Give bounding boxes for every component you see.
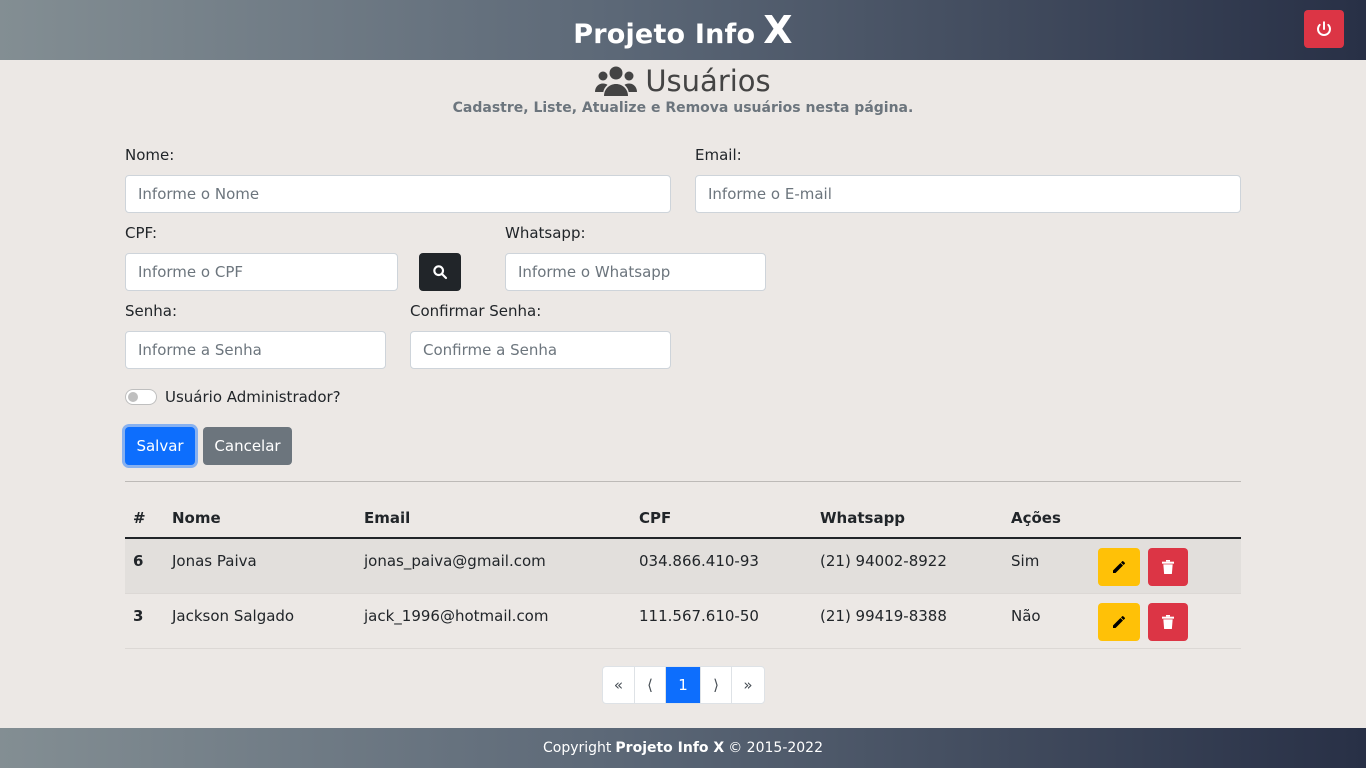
page-1-button[interactable]: 1 (666, 667, 701, 703)
brand-x: X (763, 8, 793, 52)
nome-input[interactable] (125, 175, 671, 213)
cpf-search-button[interactable] (419, 253, 461, 291)
page-next-button[interactable]: ⟩ (701, 667, 732, 703)
delete-button[interactable] (1148, 548, 1188, 586)
brand-text: Projeto Info (573, 19, 756, 50)
users-table: # Nome Email CPF Whatsapp Ações 6 Jonas … (125, 498, 1241, 649)
page-first-button[interactable]: « (603, 667, 635, 703)
cell-email: jonas_paiva@gmail.com (364, 552, 546, 570)
table-row: 3 Jackson Salgado jack_1996@hotmail.com … (125, 594, 1241, 649)
page-subtitle: Cadastre, Liste, Atualize e Remova usuár… (452, 100, 914, 116)
footer-brand: Projeto Info X (615, 740, 725, 756)
edit-button[interactable] (1098, 603, 1140, 641)
page-title: Usuários (645, 64, 771, 98)
confirmar-senha-label: Confirmar Senha: (410, 302, 542, 320)
footer-copyright: © 2015-2022 (728, 740, 823, 756)
top-navbar: Projeto Info X (0, 0, 1366, 60)
cell-cpf: 111.567.610-50 (639, 607, 759, 625)
pencil-icon (1113, 561, 1125, 573)
delete-button[interactable] (1148, 603, 1188, 641)
search-icon (433, 265, 448, 280)
users-icon (595, 66, 638, 96)
admin-toggle[interactable] (125, 389, 157, 405)
header-whatsapp: Whatsapp (820, 509, 906, 527)
header-acoes: Ações (1011, 509, 1061, 527)
cell-id: 3 (133, 607, 144, 625)
confirmar-senha-input[interactable] (410, 331, 671, 369)
nome-label: Nome: (125, 146, 175, 164)
divider (125, 481, 1241, 482)
trash-icon (1162, 615, 1174, 629)
page-header: Usuários Cadastre, Liste, Atualize e Rem… (0, 64, 1366, 116)
cell-email: jack_1996@hotmail.com (364, 607, 549, 625)
page-last-button[interactable]: » (732, 667, 764, 703)
pagination: « ⟨ 1 ⟩ » (602, 666, 765, 704)
cell-whatsapp: (21) 94002-8922 (820, 552, 947, 570)
brand-logo: Projeto Info X (573, 8, 793, 52)
whatsapp-input[interactable] (505, 253, 766, 291)
senha-input[interactable] (125, 331, 386, 369)
admin-toggle-label: Usuário Administrador? (165, 388, 341, 406)
email-input[interactable] (695, 175, 1241, 213)
cell-admin: Sim (1011, 552, 1040, 570)
cancel-button[interactable]: Cancelar (203, 427, 292, 465)
table-header: # Nome Email CPF Whatsapp Ações (125, 498, 1241, 539)
cell-whatsapp: (21) 99419-8388 (820, 607, 947, 625)
toggle-knob (128, 392, 138, 402)
cpf-label: CPF: (125, 224, 158, 242)
cpf-input[interactable] (125, 253, 398, 291)
header-nome: Nome (172, 509, 221, 527)
edit-button[interactable] (1098, 548, 1140, 586)
email-label: Email: (695, 146, 742, 164)
footer: Copyright Projeto Info X © 2015-2022 (0, 728, 1366, 768)
pencil-icon (1113, 616, 1125, 628)
table-row: 6 Jonas Paiva jonas_paiva@gmail.com 034.… (125, 539, 1241, 594)
logout-button[interactable] (1304, 10, 1344, 48)
power-icon (1317, 21, 1331, 37)
save-button[interactable]: Salvar (125, 427, 195, 465)
header-email: Email (364, 509, 411, 527)
cell-id: 6 (133, 552, 144, 570)
cell-nome: Jackson Salgado (172, 607, 295, 625)
cell-nome: Jonas Paiva (172, 552, 257, 570)
header-id: # (133, 509, 146, 527)
cell-cpf: 034.866.410-93 (639, 552, 759, 570)
senha-label: Senha: (125, 302, 178, 320)
header-cpf: CPF (639, 509, 672, 527)
cell-admin: Não (1011, 607, 1041, 625)
page-prev-button[interactable]: ⟨ (635, 667, 666, 703)
footer-prefix: Copyright (542, 740, 612, 756)
trash-icon (1162, 560, 1174, 574)
whatsapp-label: Whatsapp: (505, 224, 586, 242)
